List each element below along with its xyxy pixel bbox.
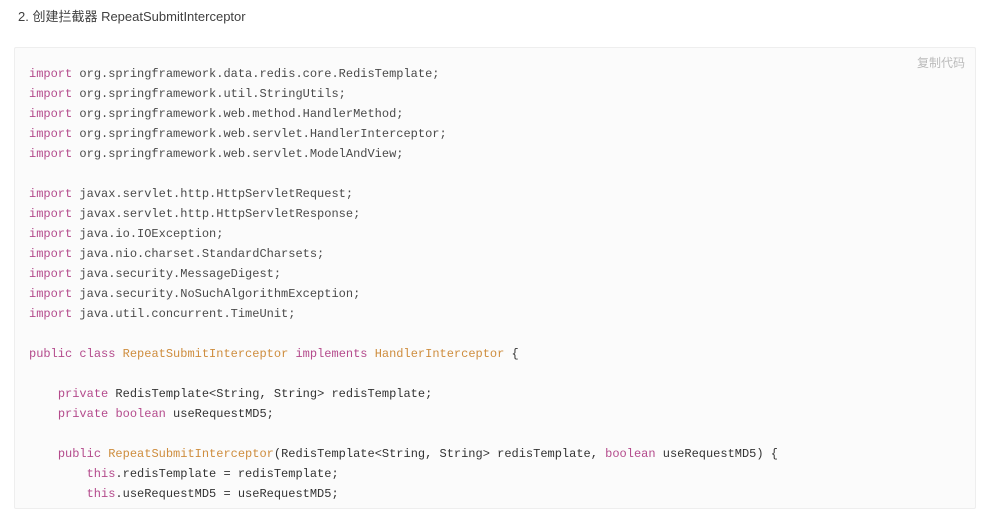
import-line: org.springframework.web.servlet.HandlerI… xyxy=(79,127,446,141)
kw-import: import xyxy=(29,107,72,121)
kw-import: import xyxy=(29,87,72,101)
import-line: java.nio.charset.StandardCharsets; xyxy=(79,247,324,261)
ctor-body: .redisTemplate = redisTemplate; xyxy=(115,467,338,481)
import-line: java.security.MessageDigest; xyxy=(79,267,281,281)
field-decl: useRequestMD5; xyxy=(166,407,274,421)
interface-name: HandlerInterceptor xyxy=(375,347,505,361)
kw-import: import xyxy=(29,247,72,261)
code-block: 复制代码 import org.springframework.data.red… xyxy=(14,47,976,509)
import-line: org.springframework.util.StringUtils; xyxy=(79,87,345,101)
section-heading: 2. 创建拦截器 RepeatSubmitInterceptor xyxy=(0,0,990,25)
ctor-body: .useRequestMD5 = useRequestMD5; xyxy=(115,487,338,501)
kw-boolean: boolean xyxy=(605,447,655,461)
kw-import: import xyxy=(29,127,72,141)
kw-import: import xyxy=(29,287,72,301)
brace: { xyxy=(504,347,518,361)
kw-boolean: boolean xyxy=(115,407,165,421)
import-line: org.springframework.web.servlet.ModelAnd… xyxy=(79,147,403,161)
ctor-param: useRequestMD5) { xyxy=(656,447,778,461)
import-line: org.springframework.web.method.HandlerMe… xyxy=(79,107,403,121)
kw-private: private xyxy=(58,407,108,421)
kw-import: import xyxy=(29,187,72,201)
kw-import: import xyxy=(29,207,72,221)
import-line: javax.servlet.http.HttpServletResponse; xyxy=(79,207,360,221)
import-line: java.util.concurrent.TimeUnit; xyxy=(79,307,295,321)
copy-code-button[interactable]: 复制代码 xyxy=(917,54,965,71)
kw-class: class xyxy=(79,347,115,361)
import-line: org.springframework.data.redis.core.Redi… xyxy=(79,67,439,81)
kw-public: public xyxy=(58,447,101,461)
kw-public: public xyxy=(29,347,72,361)
kw-import: import xyxy=(29,227,72,241)
kw-import: import xyxy=(29,67,72,81)
code-content: import org.springframework.data.redis.co… xyxy=(29,64,961,509)
field-decl: RedisTemplate<String, String> redisTempl… xyxy=(108,387,432,401)
class-name: RepeatSubmitInterceptor xyxy=(123,347,289,361)
kw-this: this xyxy=(87,467,116,481)
import-line: java.security.NoSuchAlgorithmException; xyxy=(79,287,360,301)
kw-import: import xyxy=(29,147,72,161)
kw-import: import xyxy=(29,307,72,321)
kw-this: this xyxy=(87,487,116,501)
ctor-name: RepeatSubmitInterceptor xyxy=(108,447,274,461)
kw-private: private xyxy=(58,387,108,401)
import-line: javax.servlet.http.HttpServletRequest; xyxy=(79,187,353,201)
ctor-sig: (RedisTemplate<String, String> redisTemp… xyxy=(274,447,605,461)
kw-import: import xyxy=(29,267,72,281)
import-line: java.io.IOException; xyxy=(79,227,223,241)
kw-implements: implements xyxy=(295,347,367,361)
